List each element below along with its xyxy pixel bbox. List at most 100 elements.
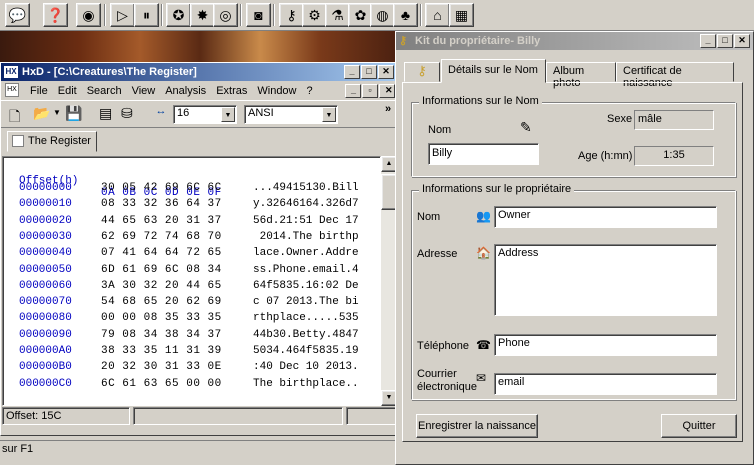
row-ascii[interactable]: 64f5835.16:02 De [253,280,359,292]
row-bytes[interactable]: 08 33 32 36 64 37 [101,198,222,210]
doc-minimize-button[interactable]: _ [345,83,361,98]
row-ascii[interactable]: ss.Phone.email.4 [253,264,359,276]
globe-web-icon[interactable]: ◉ [76,3,101,27]
hex-row[interactable]: 00000060 3A 30 32 20 44 65 64f5835.16:02 D… [3,280,382,296]
row-bytes[interactable]: 30 05 42 69 6C 6C [101,182,222,194]
chevron-down-icon[interactable]: ▼ [53,108,61,117]
row-bytes[interactable]: 3A 30 32 20 44 65 [101,280,222,292]
disk-icon[interactable]: ⛁ [121,105,133,122]
row-ascii[interactable]: 5034.464f5835.19 [253,345,359,357]
earth-icon[interactable]: ◍ [370,3,395,27]
chevron-down-icon[interactable]: ▼ [322,107,336,122]
tab-photo-album[interactable]: Album photo [546,62,616,89]
eye-icon[interactable]: ◎ [213,3,238,27]
house-icon[interactable]: ⌂ [425,3,450,27]
menu-search[interactable]: Search [82,85,127,97]
quit-button[interactable]: Quitter [661,414,737,438]
minimize-button[interactable]: _ [344,65,360,79]
owner-name-field[interactable]: Owner [494,206,717,228]
hex-row[interactable]: 00000010 08 33 32 36 64 37 y.32646164.326d… [3,198,382,214]
menu-window[interactable]: Window [252,85,301,97]
row-bytes[interactable]: 44 65 63 20 31 37 [101,215,222,227]
chevron-down-icon[interactable]: ▼ [221,107,235,122]
help-tools-icon[interactable]: ✸ [190,3,215,27]
row-ascii[interactable]: lace.Owner.Addre [253,247,359,259]
menu-edit[interactable]: Edit [53,85,82,97]
email-field[interactable]: email [494,373,717,395]
menu-extras[interactable]: Extras [211,85,252,97]
menu-help[interactable]: ? [302,85,318,97]
close-button[interactable]: ✕ [378,65,394,79]
hex-row[interactable]: 00000070 54 68 65 20 62 69 c 07 2013.The b… [3,296,382,312]
menu-file[interactable]: File [25,85,53,97]
tools-icon[interactable]: ✪ [166,3,191,27]
new-file-icon[interactable]: 🗋 [9,106,20,130]
question-icon[interactable]: ❓ [43,3,68,27]
camera-icon[interactable]: ◙ [246,3,271,27]
save-icon[interactable]: 💾 [65,105,82,122]
row-bytes[interactable]: 07 41 64 64 72 65 [101,247,222,259]
row-bytes[interactable]: 20 32 30 31 33 0E [101,361,222,373]
maximize-button[interactable]: □ [361,65,377,79]
row-ascii[interactable]: The birthplace.. [253,378,359,390]
toolbar-overflow-icon[interactable]: » [385,103,391,115]
row-ascii[interactable]: rthplace.....535 [253,312,359,324]
hex-row[interactable]: 00000020 44 65 63 20 31 37 56d.21:51 Dec 1… [3,215,382,231]
speech-bubble-icon[interactable]: 💬 [5,3,30,27]
row-ascii[interactable]: 44b30.Betty.4847 [253,329,359,341]
blank-icon[interactable]: ▦ [449,3,474,27]
kit-maximize-button[interactable]: □ [717,34,733,48]
properties-icon[interactable]: ▤ [99,105,112,122]
cog-icon[interactable]: ⚙ [302,3,327,27]
row-bytes[interactable]: 54 68 65 20 62 69 [101,296,222,308]
kit-minimize-button[interactable]: _ [700,34,716,48]
open-folder-icon[interactable]: 📂 [33,105,50,122]
row-ascii[interactable]: :40 Dec 10 2013. [253,361,359,373]
row-ascii[interactable]: 56d.21:51 Dec 17 [253,215,359,227]
row-ascii[interactable]: y.32646164.326d7 [253,198,359,210]
hex-row[interactable]: 00000090 79 08 34 38 34 37 44b30.Betty.484… [3,329,382,345]
hxd-titlebar[interactable]: HX HxD - [C:\Creatures\The Register] _ □… [1,63,397,81]
row-bytes[interactable]: 62 69 72 74 68 70 [101,231,222,243]
hex-editor[interactable]: Offset(h) 0A 0B 0C 0D 0E 0F 00000000 30 0… [2,156,381,406]
row-bytes[interactable]: 00 00 08 35 33 35 [101,312,222,324]
doc-restore-button[interactable]: ▫ [362,83,378,98]
row-bytes[interactable]: 79 08 34 38 34 37 [101,329,222,341]
tab-name-details[interactable]: Détails sur le Nom [441,59,546,83]
register-birth-button[interactable]: Enregistrer la naissance [416,414,538,438]
row-ascii[interactable]: 2014.The birthp [253,231,359,243]
flask-icon[interactable]: ⚗ [325,3,350,27]
address-field[interactable]: Address [494,244,717,316]
row-ascii[interactable]: c 07 2013.The bi [253,296,359,308]
eraser-icon[interactable]: ✎ [520,119,532,136]
tab-the-register[interactable]: The Register [7,131,97,152]
creature-name-field[interactable]: Billy [428,143,539,165]
hex-row[interactable]: 00000030 62 69 72 74 68 70 2014.The birth… [3,231,382,247]
hex-row[interactable]: 00000050 6D 61 69 6C 08 34 ss.Phone.email.… [3,264,382,280]
hex-row[interactable]: 00000080 00 00 08 35 33 35 rthplace.....53… [3,312,382,328]
row-bytes[interactable]: 38 33 35 11 31 39 [101,345,222,357]
molecule-icon[interactable]: ♣ [393,3,418,27]
menu-view[interactable]: View [127,85,161,97]
charset-select[interactable]: ANSI ▼ [244,105,338,124]
bytes-per-row-select[interactable]: 16 ▼ [173,105,237,124]
doc-close-button[interactable]: ✕ [379,83,395,98]
play-icon[interactable]: ▷ [110,3,135,27]
phone-field[interactable]: Phone [494,334,717,356]
hex-row[interactable]: 000000A0 38 33 35 11 31 39 5034.464f5835.1… [3,345,382,361]
row-bytes[interactable]: 6D 61 69 6C 08 34 [101,264,222,276]
sex-field: mâle [634,110,714,130]
kit-close-button[interactable]: ✕ [734,34,750,48]
tab-birth-certificate[interactable]: Certificat de naissance [616,62,734,89]
kit-titlebar[interactable]: ⚷ Kit du propriétaire- Billy _ □ ✕ [396,32,753,50]
row-ascii[interactable]: ...49415130.Bill [253,182,359,194]
tab-key[interactable]: ⚷ [404,62,440,82]
menu-analysis[interactable]: Analysis [160,85,211,97]
pause-icon[interactable]: ⏸ [134,3,159,27]
row-bytes[interactable]: 6C 61 63 65 00 00 [101,378,222,390]
hex-row[interactable]: 00000040 07 41 64 64 72 65 lace.Owner.Addr… [3,247,382,263]
hex-row[interactable]: 000000B0 20 32 30 31 33 0E:40 Dec 10 2013… [3,361,382,377]
hex-row[interactable]: 00000000 30 05 42 69 6C 6C ...49415130.Bil… [3,182,382,198]
key-icon[interactable]: ⚷ [279,3,304,27]
hex-row[interactable]: 000000C0 6C 61 63 65 00 00 The birthplace.… [3,378,382,394]
